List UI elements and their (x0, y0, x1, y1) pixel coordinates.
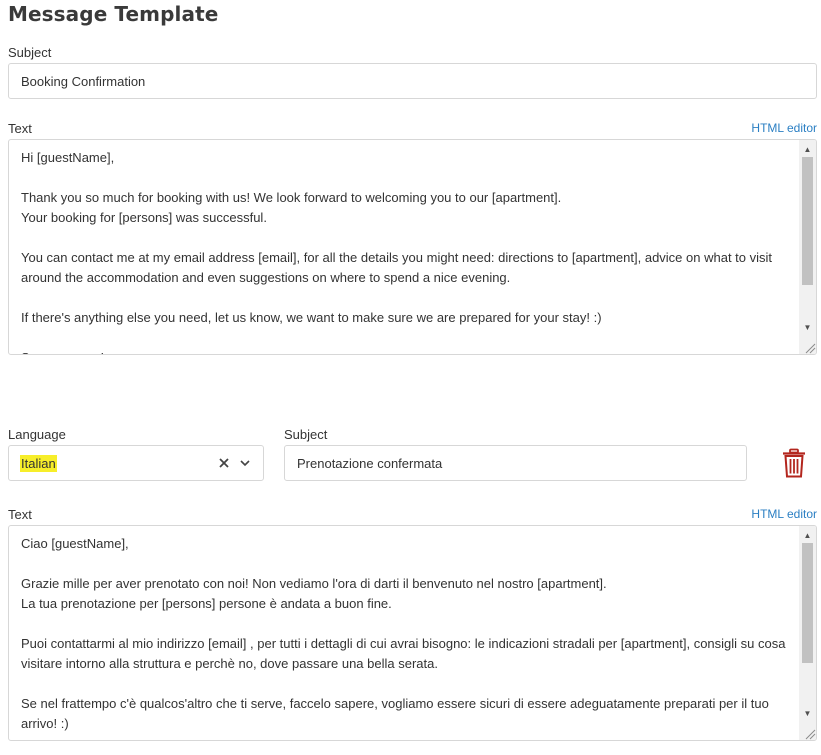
translation-textarea-content: Ciao [guestName], Grazie mille per aver p… (21, 534, 792, 734)
text-line: visitare intorno alla struttura e perchè… (21, 656, 438, 671)
text-line: Puoi contattarmi al mio indirizzo [email… (21, 636, 786, 651)
subject-label: Subject (8, 45, 52, 60)
translation-text-textarea[interactable]: Ciao [guestName], Grazie mille per aver p… (8, 525, 817, 741)
text-line (21, 168, 792, 188)
scroll-up-arrow-icon[interactable]: ▲ (799, 142, 816, 157)
text-line (21, 228, 792, 248)
text-textarea-content: Hi [guestName], Thank you so much for boo… (21, 148, 792, 354)
text-line: Thank you so much for booking with us! W… (21, 190, 562, 205)
scroll-down-arrow-icon[interactable]: ▼ (799, 320, 816, 335)
translation-html-editor-link[interactable]: HTML editor (751, 507, 817, 521)
text-line (21, 614, 792, 634)
subject-input[interactable]: Booking Confirmation (8, 63, 817, 99)
scroll-down-arrow-icon[interactable]: ▼ (799, 706, 816, 721)
language-label: Language (8, 427, 66, 442)
trash-icon[interactable] (782, 448, 806, 478)
scroll-thumb[interactable] (802, 543, 813, 663)
page-title: Message Template (8, 2, 219, 26)
translation-text-label: Text (8, 507, 32, 522)
translation-subject-label: Subject (284, 427, 328, 442)
text-line: Grazie mille per aver prenotato con noi!… (21, 576, 607, 591)
chevron-down-icon[interactable] (239, 457, 251, 469)
resize-grip-icon[interactable] (802, 340, 816, 354)
subject-input-value: Booking Confirmation (21, 73, 146, 89)
text-label: Text (8, 121, 32, 136)
translation-subject-value: Prenotazione confermata (297, 455, 443, 471)
text-line (21, 288, 792, 308)
text-line: La tua prenotazione per [persons] person… (21, 596, 392, 611)
html-editor-link[interactable]: HTML editor (751, 121, 817, 135)
resize-grip-icon[interactable] (802, 726, 816, 740)
translation-subject-input[interactable]: Prenotazione confermata (284, 445, 747, 481)
translation-textarea-scrollbar[interactable]: ▲ ▼ (799, 526, 816, 740)
scroll-thumb[interactable] (802, 157, 813, 285)
text-textarea[interactable]: Hi [guestName], Thank you so much for boo… (8, 139, 817, 355)
text-line: Ciao [guestName], (21, 536, 129, 551)
text-line: Your booking for [persons] was successfu… (21, 210, 267, 225)
clear-icon[interactable] (217, 456, 231, 470)
language-select-value: Italian (20, 455, 57, 472)
language-select[interactable]: Italian (8, 445, 264, 481)
text-line (21, 674, 792, 694)
text-line (21, 554, 792, 574)
scroll-up-arrow-icon[interactable]: ▲ (799, 528, 816, 543)
textarea-scrollbar[interactable]: ▲ ▼ (799, 140, 816, 354)
text-line (21, 328, 792, 348)
text-line: You can contact me at my email address [… (21, 250, 773, 265)
text-line: See you soon! (21, 348, 792, 354)
text-line: Se nel frattempo c'è qualcos'altro che t… (21, 696, 769, 711)
text-line: arrivo! :) (21, 716, 69, 731)
text-line: around the accommodation and even sugges… (21, 270, 511, 285)
text-line: Hi [guestName], (21, 150, 115, 165)
text-line: If there's anything else you need, let u… (21, 310, 602, 325)
